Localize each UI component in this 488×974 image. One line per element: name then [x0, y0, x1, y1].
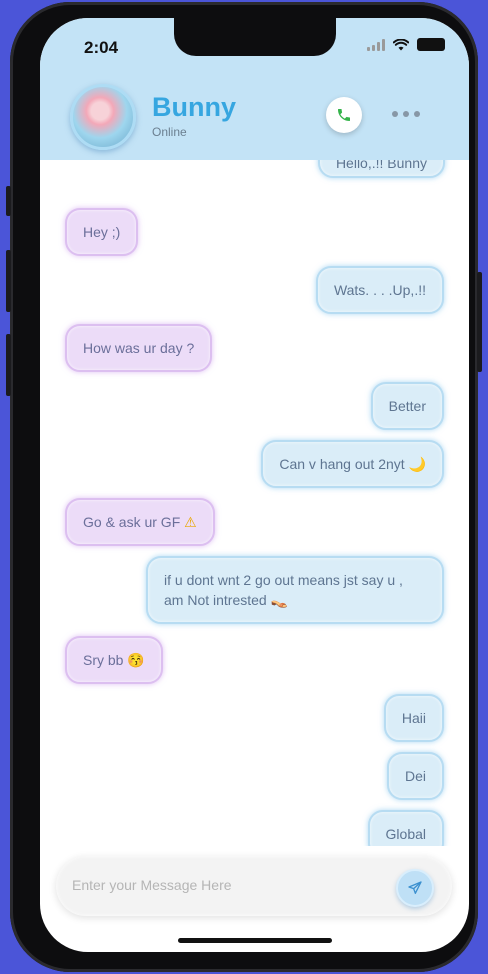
avatar[interactable]: [70, 84, 136, 150]
sandal-emoji: 👡: [270, 592, 289, 608]
send-icon: [408, 881, 422, 894]
status-time: 2:04: [84, 38, 119, 57]
volume-up-button: [6, 250, 11, 312]
more-icon: [392, 111, 398, 117]
wifi-icon: [393, 38, 409, 50]
signal-icon: [367, 38, 385, 51]
message-bubble[interactable]: Haii: [383, 694, 444, 742]
kissing-face-emoji: 😚: [127, 652, 145, 668]
contact-name: Bunny: [152, 92, 236, 122]
message-bubble[interactable]: Can v hang out 2nyt 🌙: [261, 440, 444, 488]
status-icons: [367, 38, 445, 51]
message-list[interactable]: Hello,.!! Bunny Hey ;) Wats. . . .Up,.!!…: [40, 160, 469, 846]
battery-icon: [417, 38, 445, 51]
message-bubble[interactable]: Better: [370, 382, 444, 430]
more-options-button[interactable]: [392, 104, 420, 124]
phone-icon: [338, 109, 350, 121]
screen: 2:04 Bunny Online Hello,.!! Bunny Hey ;)…: [40, 18, 469, 952]
message-bubble[interactable]: Dei: [386, 752, 444, 800]
power-button: [477, 272, 482, 372]
notch: [174, 18, 336, 56]
message-bubble[interactable]: How was ur day ?: [65, 324, 213, 372]
moon-emoji: 🌙: [408, 456, 426, 472]
message-bubble[interactable]: Global: [367, 810, 444, 846]
message-bubble[interactable]: Wats. . . .Up,.!!: [315, 266, 444, 314]
side-button: [6, 186, 11, 216]
message-bubble[interactable]: Sry bb 😚: [65, 636, 163, 684]
message-composer: Enter your Message Here: [56, 856, 452, 916]
home-indicator[interactable]: [178, 938, 332, 943]
warning-emoji: ⚠: [184, 514, 197, 530]
volume-down-button: [6, 334, 11, 396]
message-bubble[interactable]: Go & ask ur GF ⚠: [65, 498, 215, 546]
message-bubble[interactable]: Hey ;): [65, 208, 139, 256]
send-button[interactable]: [396, 869, 434, 907]
message-bubble[interactable]: if u dont wnt 2 go out means jst say u ,…: [146, 556, 444, 624]
message-input[interactable]: Enter your Message Here: [72, 877, 232, 893]
message-bubble[interactable]: Hello,.!! Bunny: [317, 160, 445, 178]
contact-status: Online: [152, 125, 187, 139]
phone-frame: 2:04 Bunny Online Hello,.!! Bunny Hey ;)…: [10, 2, 478, 972]
call-button[interactable]: [326, 97, 362, 133]
